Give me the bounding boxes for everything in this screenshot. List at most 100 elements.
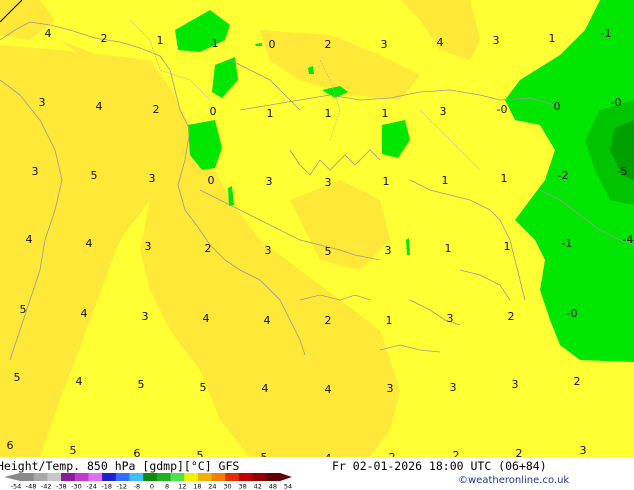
- scale-swatch: [102, 473, 117, 481]
- scale-tick-label: -30: [71, 483, 82, 490]
- scale-arrow-left: [4, 473, 20, 481]
- scale-swatch: [197, 473, 213, 481]
- temperature-value: 3: [385, 244, 392, 257]
- temperature-value: -5: [617, 165, 628, 178]
- temperature-value: 1: [442, 174, 449, 187]
- scale-tick-label: 54: [284, 483, 292, 490]
- scale-swatch: [184, 473, 199, 481]
- forecast-datetime: Fr 02-01-2026 18:00 UTC (06+84): [332, 459, 547, 473]
- scale-tick-label: -38: [56, 483, 67, 490]
- temperature-value: 1: [325, 107, 332, 120]
- scale-tick-label: -8: [134, 483, 140, 490]
- temperature-value: -0: [497, 103, 508, 116]
- scale-tick-label: -54: [11, 483, 22, 490]
- scale-swatch: [225, 473, 240, 481]
- temperature-value: 0: [210, 105, 217, 118]
- scale-tick-label: -42: [41, 483, 52, 490]
- temperature-value: 1: [382, 107, 389, 120]
- scale-swatch: [61, 473, 76, 481]
- temperature-value: 1: [383, 175, 390, 188]
- temperature-value: 2: [205, 242, 212, 255]
- temperature-value: 3: [145, 240, 152, 253]
- temperature-value: 3: [325, 176, 332, 189]
- temperature-value: 1: [386, 314, 393, 327]
- temperature-value: -1: [601, 27, 612, 40]
- temperature-value: 0: [554, 100, 561, 113]
- temperature-value: 1: [549, 32, 556, 45]
- temperature-value: 4: [203, 312, 210, 325]
- temperature-value: 1: [445, 242, 452, 255]
- temperature-value: 2: [574, 375, 581, 388]
- temperature-value: 2: [101, 32, 108, 45]
- temperature-value: 0: [208, 174, 215, 187]
- temperature-value: -4: [623, 233, 634, 246]
- temperature-value: 3: [149, 172, 156, 185]
- temperature-value: 4: [262, 382, 269, 395]
- temperature-value: 4: [325, 383, 332, 396]
- temperature-value: 6: [134, 447, 141, 457]
- temperature-value: 1: [504, 240, 511, 253]
- temperature-value: -2: [558, 169, 569, 182]
- temperature-value: 6: [7, 439, 14, 452]
- scale-tick-label: 18: [193, 483, 201, 490]
- temperature-value: 2: [325, 314, 332, 327]
- temperature-map: 4 2 1 1 0 2 3 4 3 1 -1 3 4 2 0 1 1 1 3 -0 0 -0 3 5 3 0 3 3 1 1 1 -2 -5 4 4…: [0, 0, 634, 457]
- scale-tick-label: 24: [208, 483, 216, 490]
- scale-tick-label: 48: [269, 483, 277, 490]
- scale-swatch: [156, 473, 172, 481]
- temperature-value: 2: [508, 310, 515, 323]
- temperature-value: 5: [325, 245, 332, 258]
- scale-tick-label: -48: [26, 483, 37, 490]
- temperature-value: 4: [76, 375, 83, 388]
- temperature-value: 3: [39, 96, 46, 109]
- scale-swatch: [115, 473, 130, 481]
- scale-swatch: [129, 473, 144, 481]
- credit-link[interactable]: ©weatheronline.co.uk: [458, 475, 569, 486]
- scale-swatch: [170, 473, 185, 481]
- temperature-value: 5: [200, 381, 207, 394]
- temperature-value: 1: [267, 107, 274, 120]
- temperature-value: 1: [212, 37, 219, 50]
- map-svg: 4 2 1 1 0 2 3 4 3 1 -1 3 4 2 0 1 1 1 3 -0 0 -0 3 5 3 0 3 3 1 1 1 -2 -5 4 4…: [0, 0, 634, 457]
- temperature-value: 4: [86, 237, 93, 250]
- scale-swatch: [238, 473, 254, 481]
- scale-ticks: -54 -48 -42 -38 -30 -24 -18 -12 -8 0 8 12 18 24 30 38 42…: [11, 483, 292, 490]
- temperature-value: 5: [138, 378, 145, 391]
- temperature-value: 4: [96, 100, 103, 113]
- temperature-value: 4: [81, 307, 88, 320]
- scale-tick-label: 0: [150, 483, 154, 490]
- scale-tick-label: -12: [116, 483, 127, 490]
- scale-swatches: [4, 473, 292, 481]
- temperature-value: -0: [611, 96, 622, 109]
- scale-tick-label: 38: [239, 483, 247, 490]
- temperature-value: 4: [26, 233, 33, 246]
- scale-swatch: [211, 473, 226, 481]
- temperature-value: 3: [493, 34, 500, 47]
- scale-swatch: [252, 473, 267, 481]
- temperature-value: 5: [197, 449, 204, 457]
- temperature-value: 3: [265, 244, 272, 257]
- temperature-value: 3: [32, 165, 39, 178]
- temperature-value: 5: [91, 169, 98, 182]
- scale-swatch: [33, 473, 48, 481]
- temperature-value: 2: [516, 447, 523, 457]
- temperature-value: 0: [269, 38, 276, 51]
- scale-tick-label: 8: [165, 483, 169, 490]
- temperature-value: 3: [450, 381, 457, 394]
- temperature-value: 4: [437, 36, 444, 49]
- scale-swatch: [20, 473, 35, 481]
- temperature-value: 2: [453, 449, 460, 457]
- temperature-value: -1: [562, 237, 573, 250]
- temperature-value: -0: [567, 307, 578, 320]
- temperature-value: 3: [381, 38, 388, 51]
- temperature-value: 5: [70, 444, 77, 457]
- temperature-value: 2: [153, 103, 160, 116]
- temperature-value: 3: [387, 382, 394, 395]
- scale-tick-label: 42: [254, 483, 262, 490]
- temperature-value: 3: [266, 175, 273, 188]
- temperature-value: 2: [325, 38, 332, 51]
- scale-swatch: [143, 473, 158, 481]
- scale-tick-label: -18: [101, 483, 112, 490]
- scale-tick-label: 30: [223, 483, 231, 490]
- scale-swatch: [88, 473, 103, 481]
